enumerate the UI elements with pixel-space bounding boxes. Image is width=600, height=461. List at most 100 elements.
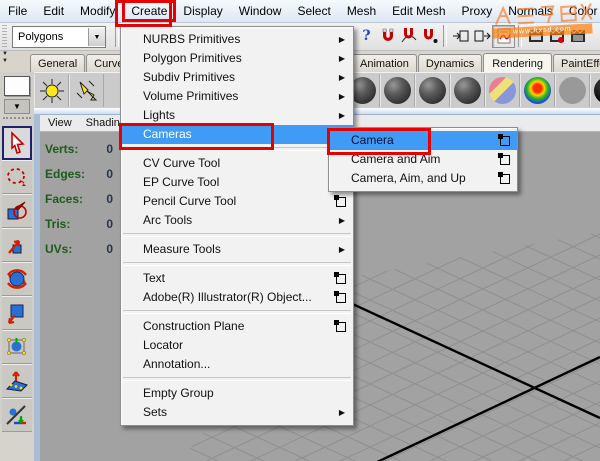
menu-select[interactable]: Select [289,1,338,21]
single-pane-layout-button[interactable] [4,76,30,96]
snap-to-points-icon[interactable] [419,26,440,47]
lambert-material-icon[interactable] [415,74,450,107]
shelf-tab-animation[interactable]: Animation [352,54,417,72]
shelf-menu-arrow-icon[interactable]: ▼ ▼ [1,51,9,71]
create-menu-item-text[interactable]: Text [121,269,353,288]
option-box-icon[interactable] [334,195,346,207]
menu-separator [123,377,351,381]
shading-map-icon[interactable] [555,74,590,107]
surface-shader-icon[interactable] [590,74,600,107]
point-light-icon[interactable] [34,74,69,107]
spot-light-icon[interactable] [69,74,104,107]
menu-normals[interactable]: Normals [500,1,561,21]
menu-item-label: Subdiv Primitives [143,70,236,84]
menu-edit-mesh[interactable]: Edit Mesh [384,1,453,21]
rotate-tool[interactable] [2,262,32,296]
create-menu-item-cameras[interactable]: Cameras▶ [121,125,353,144]
menu-item-label: Empty Group [143,386,214,400]
menu-modify[interactable]: Modify [72,1,123,21]
viewport-menu-view[interactable]: View [48,117,72,129]
input-connections-icon[interactable] [450,26,471,47]
option-box-icon[interactable] [498,172,510,184]
create-menu-item-adobe-r-illustrator-r-object[interactable]: Adobe(R) Illustrator(R) Object... [121,288,353,307]
create-menu-item-locator[interactable]: Locator [121,336,353,355]
select-tool[interactable] [2,126,32,160]
option-box-icon[interactable] [498,134,510,146]
menu-window[interactable]: Window [231,1,290,21]
shelf-tab-painteffects[interactable]: PaintEffects [552,54,600,72]
menu-separator [123,147,351,151]
menu-mesh[interactable]: Mesh [339,1,384,21]
create-menu-item-pencil-curve-tool[interactable]: Pencil Curve Tool [121,192,353,211]
create-menu-item-subdiv-primitives[interactable]: Subdiv Primitives ▶ [121,68,353,87]
menu-create[interactable]: Create [122,0,177,22]
menu-color[interactable]: Color [561,1,600,21]
menu-set-dropdown[interactable]: Polygons ▼ [12,26,106,48]
chevron-down-icon[interactable]: ▼ [88,28,105,46]
create-menu-item-polygon-primitives[interactable]: Polygon Primitives ▶ [121,49,353,68]
menu-item-label: Volume Primitives [143,89,239,103]
status-line-grip[interactable] [2,25,7,47]
hud-label: Faces: [45,191,84,206]
shelf-tab-dynamics[interactable]: Dynamics [417,54,483,72]
menu-item-label: Camera, Aim, and Up [351,171,466,185]
create-menu-item-ep-curve-tool[interactable]: EP Curve Tool [121,173,353,192]
snap-to-grids-icon[interactable] [377,26,398,47]
material-sphere [594,77,600,104]
shelf-tab-general[interactable]: General [30,54,86,72]
create-menu-item-volume-primitives[interactable]: Volume Primitives ▶ [121,87,353,106]
render-current-frame-icon[interactable] [525,26,546,47]
submenu-item-camera[interactable]: Camera [329,131,517,150]
submenu-item-camera-aim-and-up[interactable]: Camera, Aim, and Up [329,169,517,188]
menu-edit[interactable]: Edit [35,1,72,21]
scale-tool[interactable] [2,296,32,330]
toolbar-separator [443,25,447,47]
snap-to-curves-icon[interactable] [398,26,419,47]
phong-material-icon[interactable] [450,74,485,107]
create-menu-item-nurbs-primitives[interactable]: NURBS Primitives ▶ [121,30,353,49]
render-settings-icon[interactable] [567,26,588,47]
layered-shader-icon[interactable] [485,74,520,107]
lasso-select-tool[interactable] [2,160,32,194]
create-menu-item-empty-group[interactable]: Empty Group [121,384,353,403]
create-menu-item-measure-tools[interactable]: Measure Tools ▶ [121,240,353,259]
create-menu-item-construction-plane[interactable]: Construction Plane [121,317,353,336]
menu-file[interactable]: File [0,1,35,21]
menu-item-label: Camera [351,133,394,147]
blinn-material-icon[interactable] [380,74,415,107]
output-connections-icon[interactable] [471,26,492,47]
paint-select-tool[interactable] [2,194,32,228]
create-menu-item-sets[interactable]: Sets ▶ [121,403,353,422]
universal-manipulator-tool[interactable] [2,330,32,364]
submenu-item-camera-and-aim[interactable]: Camera and Aim [329,150,517,169]
material-sphere [489,77,516,104]
help-icon[interactable]: ? [356,26,377,47]
soft-modification-tool[interactable] [2,364,32,398]
layout-dropdown-button[interactable]: ▼ [4,99,30,114]
show-manipulator-tool[interactable] [2,398,32,432]
create-menu-item-annotation[interactable]: Annotation... [121,355,353,374]
menu-item-label: Polygon Primitives [143,51,242,65]
construction-history-icon[interactable] [492,24,515,48]
menu-display[interactable]: Display [175,1,230,21]
shelf-material-icons [345,74,600,107]
create-menu-item-arc-tools[interactable]: Arc Tools ▶ [121,211,353,230]
viewport-menu-shadin[interactable]: Shadin [86,117,120,129]
option-box-icon[interactable] [334,291,346,303]
create-menu-item-lights[interactable]: Lights ▶ [121,106,353,125]
option-box-icon[interactable] [498,153,510,165]
move-tool[interactable] [2,228,32,262]
menu-item-label: Locator [143,338,184,352]
menu-proxy[interactable]: Proxy [454,1,501,21]
hud-label: Tris: [45,216,71,231]
ramp-shader-icon[interactable] [520,74,555,107]
submenu-arrow-icon: ▶ [338,92,345,101]
viewport-border [34,114,40,461]
toolbox: ▼ [0,72,34,432]
option-box-icon[interactable] [334,272,346,284]
shelf-tab-rendering[interactable]: Rendering [483,53,552,73]
menu-item-label: EP Curve Tool [143,175,220,189]
option-box-icon[interactable] [334,320,346,332]
create-menu-item-cv-curve-tool[interactable]: CV Curve Tool [121,154,353,173]
ipr-render-icon[interactable] [546,26,567,47]
